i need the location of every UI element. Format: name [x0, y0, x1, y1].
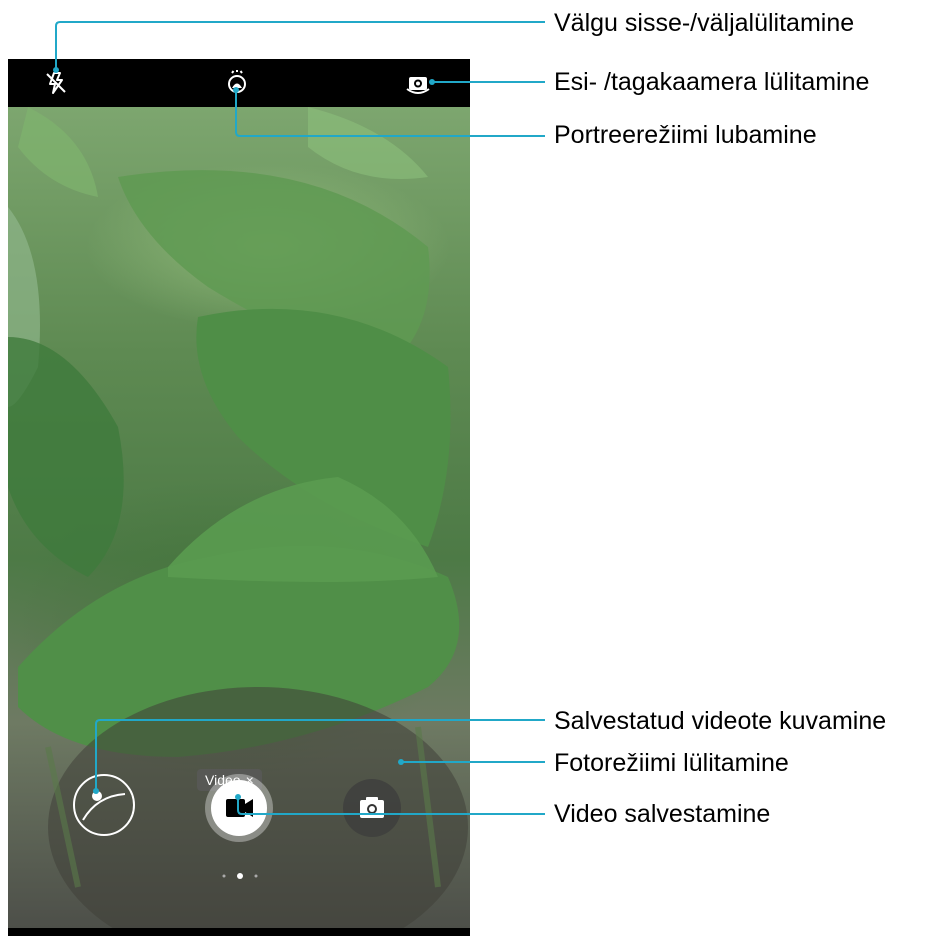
leader-gallery [95, 719, 545, 790]
leader-portrait [235, 92, 545, 137]
leader-record [237, 798, 545, 815]
callout-view-saved-videos: Salvestatud videote kuvamine [554, 707, 887, 735]
callout-record-video: Video salvestamine [554, 800, 771, 828]
callout-photo-mode: Fotorežiimi lülitamine [554, 749, 789, 777]
callout-camera-switch: Esi- /tagakaamera lülitamine [554, 68, 870, 96]
callout-flash-toggle: Välgu sisse-/väljalülitamine [554, 9, 855, 37]
callout-portrait-mode: Portreerežiimi lubamine [554, 121, 817, 149]
leader-flash [55, 21, 545, 68]
